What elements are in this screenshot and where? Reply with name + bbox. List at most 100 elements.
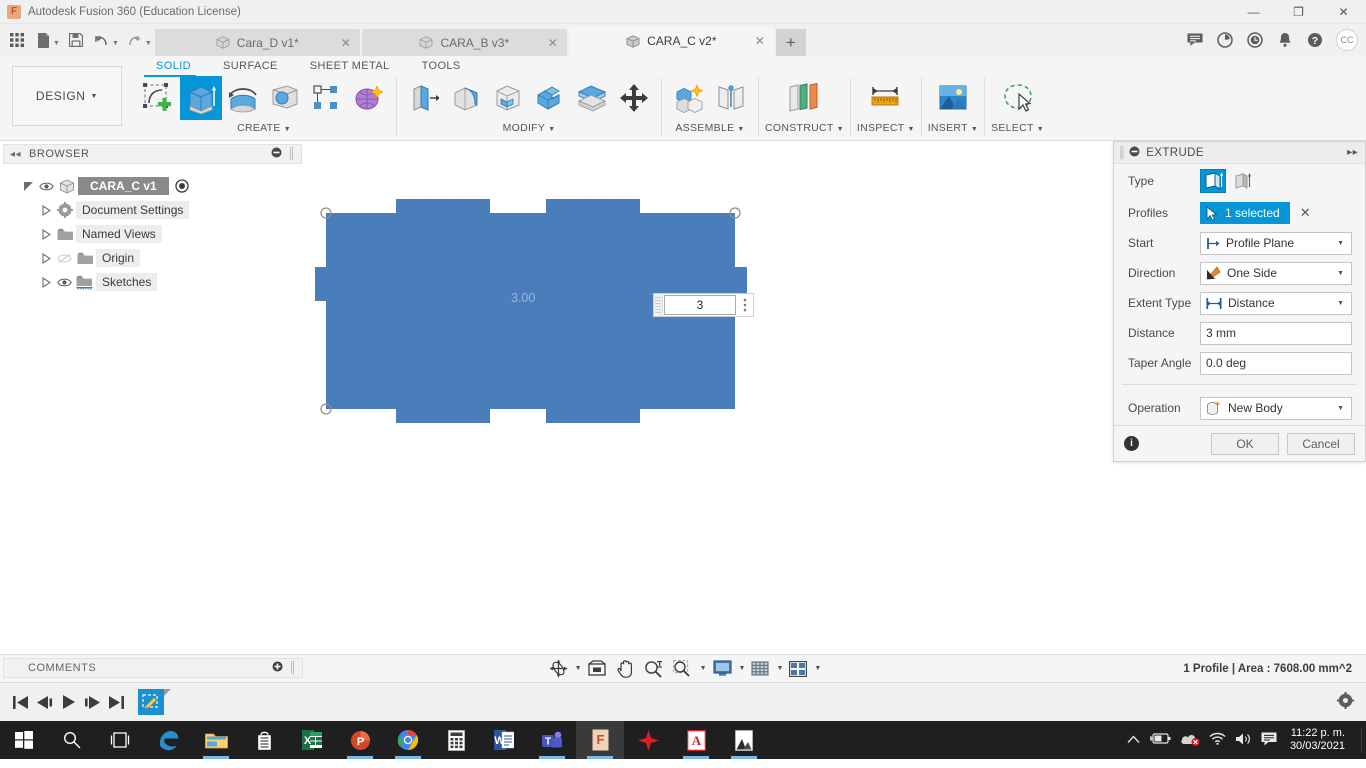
antivirus-icon[interactable] [624,721,672,759]
document-tab-1[interactable]: CARA_B v3* ✕ [361,29,567,56]
excel-icon[interactable]: X [288,721,336,759]
visibility-eye-off-icon[interactable] [54,253,74,264]
3d-canvas[interactable]: FRONT Y Z X 3.00 [305,141,1366,654]
profiles-selection-badge[interactable]: 1 selected [1200,202,1290,224]
collapse-left-icon[interactable]: ◂◂ [10,149,21,160]
inline-dimension-editor[interactable] [653,293,754,317]
profiles-clear-icon[interactable]: ✕ [1300,205,1311,221]
teams-icon[interactable]: T [528,721,576,759]
calculator-icon[interactable] [432,721,480,759]
onedrive-error-icon[interactable] [1180,732,1200,749]
photos-icon[interactable] [720,721,768,759]
extrude-taper-input[interactable]: 0.0 deg [1200,351,1352,375]
fillet-icon[interactable] [445,76,487,120]
maximize-button[interactable]: ❐ [1276,0,1321,24]
expand-triangle-icon[interactable] [38,252,54,264]
task-view-icon[interactable] [96,721,144,759]
extrude-thin-icon[interactable] [1230,169,1256,193]
search-icon[interactable] [48,721,96,759]
edge-browser-icon[interactable] [144,721,192,759]
tree-item-sketches[interactable]: Sketches [0,270,305,294]
combine-icon[interactable] [529,76,571,120]
avatar[interactable]: CC [1336,29,1358,51]
extrude-direction-select[interactable]: One Side ▼ [1200,261,1352,285]
viewports-caret-icon[interactable]: ▼ [814,665,821,672]
grid-snaps-caret-icon[interactable]: ▼ [776,665,783,672]
workspace-switcher[interactable]: DESIGN ▼ [12,66,122,126]
panel-select-label[interactable]: SELECT ▼ [991,122,1044,134]
extrude-distance-input[interactable]: 3 mm [1200,321,1352,345]
file-explorer-icon[interactable] [192,721,240,759]
play-icon[interactable] [56,688,80,716]
dimension-grip-icon[interactable] [654,294,663,316]
pan-hand-icon[interactable] [612,658,638,680]
form-icon[interactable] [348,76,390,120]
close-button[interactable]: ✕ [1321,0,1366,24]
save-icon[interactable] [63,27,89,53]
app-grid-icon[interactable] [4,27,30,53]
press-pull-icon[interactable] [403,76,445,120]
document-tab-close-icon[interactable]: ✕ [548,36,558,50]
go-to-beginning-icon[interactable] [8,688,32,716]
redo-icon[interactable] [122,27,148,53]
taskbar-clock[interactable]: 11:22 p. m. 30/03/2021 [1286,727,1345,753]
sweep-icon[interactable] [264,76,306,120]
radio-active-icon[interactable] [175,179,189,193]
visibility-eye-icon[interactable] [36,181,56,192]
tab-sheet-metal[interactable]: SHEET METAL [294,56,406,76]
step-forward-icon[interactable] [80,688,104,716]
revolve-icon[interactable] [222,76,264,120]
battery-icon[interactable] [1149,732,1171,748]
zoom-icon[interactable] [640,658,667,680]
extrude-start-select[interactable]: Profile Plane ▼ [1200,231,1352,255]
visibility-eye-icon[interactable] [54,277,74,288]
panel-grip-icon[interactable]: ║ [288,148,296,160]
info-icon[interactable]: i [1124,436,1139,451]
fusion360-icon[interactable]: F [576,721,624,759]
step-back-icon[interactable] [32,688,56,716]
new-document-icon[interactable] [30,27,56,53]
create-sketch-icon[interactable] [138,76,180,120]
timeline-settings-icon[interactable] [1337,692,1354,712]
show-desktop-button[interactable] [1361,727,1362,753]
extrude-profile-icon[interactable] [1200,169,1226,193]
extrude-icon[interactable] [180,76,222,120]
pan-look-at-icon[interactable] [584,658,610,680]
recent-icon[interactable] [1242,27,1268,53]
grid-snaps-icon[interactable] [747,658,773,680]
offset-plane-icon[interactable] [783,76,825,120]
start-button-icon[interactable] [0,721,48,759]
help-icon[interactable]: ? [1302,27,1328,53]
new-tab-button[interactable]: + [775,29,806,56]
undo-icon[interactable] [89,27,115,53]
display-settings-icon[interactable] [709,658,736,680]
go-to-end-icon[interactable] [104,688,128,716]
pattern-icon[interactable] [306,76,348,120]
panel-modify-label[interactable]: MODIFY ▼ [503,122,556,134]
move-copy-icon[interactable] [613,76,655,120]
microsoft-store-icon[interactable] [240,721,288,759]
volume-icon[interactable] [1235,732,1252,749]
expand-right-icon[interactable]: ▸▸ [1347,147,1358,158]
insert-image-icon[interactable] [932,76,974,120]
measure-icon[interactable] [865,76,907,120]
new-component-icon[interactable] [668,76,710,120]
document-tab-close-icon[interactable]: ✕ [341,36,351,50]
dialog-grip-icon[interactable]: ║ [1114,147,1129,159]
wifi-icon[interactable] [1209,732,1226,748]
expand-triangle-icon[interactable] [38,276,54,288]
document-tab-0[interactable]: Cara_D v1* ✕ [154,29,360,56]
minimize-panel-icon[interactable] [271,147,282,161]
chrome-icon[interactable] [384,721,432,759]
minimize-dialog-icon[interactable] [1129,146,1140,160]
expand-triangle-icon[interactable] [38,228,54,240]
powerpoint-icon[interactable]: P [336,721,384,759]
shell-icon[interactable] [487,76,529,120]
ok-button[interactable]: OK [1211,432,1279,455]
job-status-icon[interactable] [1212,27,1238,53]
tree-item-named-views[interactable]: Named Views [0,222,305,246]
orbit-icon[interactable] [545,658,572,680]
orbit-caret-icon[interactable]: ▼ [575,665,582,672]
tab-solid[interactable]: SOLID [140,56,207,76]
tree-item-document-settings[interactable]: Document Settings [0,198,305,222]
